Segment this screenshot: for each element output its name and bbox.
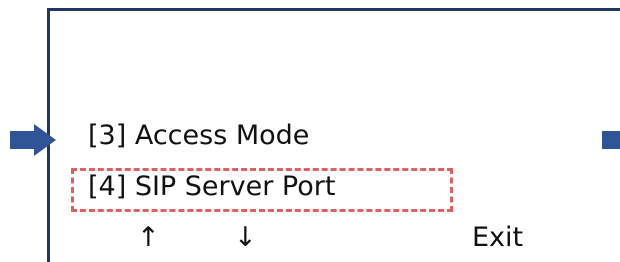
nav-up-key[interactable]: ↑ [137,222,160,254]
menu-item-sip-server-port[interactable]: [4] SIP Server Port [88,171,335,203]
menu-item-access-mode[interactable]: [3] Access Mode [88,120,309,152]
right-arrow-icon [602,131,620,149]
exit-key[interactable]: Exit [472,222,523,254]
nav-down-key[interactable]: ↓ [234,222,257,254]
right-arrow-icon [10,124,56,156]
